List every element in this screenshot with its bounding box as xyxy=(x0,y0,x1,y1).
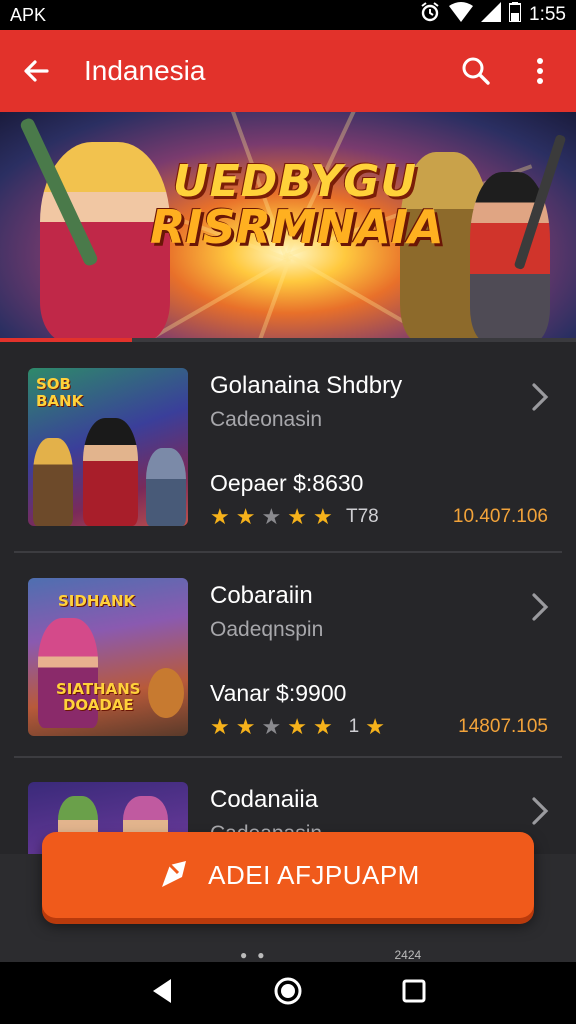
alarm-icon xyxy=(419,2,441,28)
primary-action-button[interactable]: ADEI AFJPUAPM xyxy=(42,832,534,918)
chevron-right-icon[interactable] xyxy=(530,382,550,417)
star-filled-icon: ★ xyxy=(365,714,385,739)
brush-icon xyxy=(162,861,187,887)
thumb-logo-line: DOADAE xyxy=(62,695,134,714)
banner-logo-line1: UEDBYGU xyxy=(172,156,418,207)
page-title: Indanesia xyxy=(84,55,206,86)
game-title: Golanaina Shdbry xyxy=(210,372,403,399)
nav-recents-button[interactable] xyxy=(401,978,427,1009)
search-button[interactable] xyxy=(454,49,498,93)
star-filled-icon: ★ xyxy=(287,714,307,739)
arrow-back-icon xyxy=(24,60,49,82)
chevron-right-icon[interactable] xyxy=(530,796,550,831)
game-title: Cobaraiin xyxy=(210,582,313,609)
status-time: 1:55 xyxy=(529,4,566,25)
footer-icon: ● xyxy=(240,948,248,962)
signal-icon xyxy=(481,2,502,28)
star-filled-icon: ★ xyxy=(312,504,333,529)
status-icons: 1:55 xyxy=(419,2,566,28)
chevron-right-icon[interactable] xyxy=(530,592,550,627)
game-title: Codanaiia xyxy=(210,786,319,813)
star-filled-icon: ★ xyxy=(210,504,230,529)
list-item[interactable]: SIDHANK SIATHANS DOADAE Cobaraiin Oadeqn… xyxy=(0,552,576,756)
rating-count: T78 xyxy=(346,506,379,527)
nav-back-button[interactable] xyxy=(149,977,175,1010)
thumb-logo-line: BANK xyxy=(36,391,84,410)
more-vert-icon xyxy=(537,58,543,84)
promo-banner[interactable]: UEDBYGU RISRMNAIA xyxy=(0,112,576,340)
more-options-button[interactable] xyxy=(518,49,562,93)
game-developer: Oadeqnspin xyxy=(210,618,324,641)
star-filled-icon: ★ xyxy=(235,504,256,529)
circle-home-icon xyxy=(274,977,302,1004)
star-filled-icon: ★ xyxy=(210,714,230,739)
star-empty-icon: ★ xyxy=(261,504,282,529)
game-price: Vanar $:9900 xyxy=(210,680,347,706)
thumb-logo-bottom: SIATHANS DOADAE xyxy=(56,681,141,714)
download-count: 14807.105 xyxy=(458,716,548,737)
status-bar: APK 1:55 xyxy=(0,0,576,30)
banner-logo: UEDBYGU RISRMNAIA xyxy=(150,156,444,254)
game-price: Oepaer $:8630 xyxy=(210,470,364,496)
star-filled-icon: ★ xyxy=(287,504,307,529)
triangle-back-icon xyxy=(153,978,171,1003)
status-app-label: APK xyxy=(10,4,47,25)
game-thumbnail: SIDHANK SIATHANS DOADAE xyxy=(28,578,188,736)
star-filled-icon: ★ xyxy=(312,714,333,739)
thumb-logo-line: SOB xyxy=(36,375,71,393)
thumb-figure xyxy=(148,668,184,718)
thumb-logo: SIDHANK xyxy=(58,592,136,610)
nav-home-button[interactable] xyxy=(273,976,303,1011)
star-filled-icon: ★ xyxy=(235,714,256,739)
game-thumbnail: SOB BANK xyxy=(28,368,188,526)
game-developer: Cadeonasin xyxy=(210,408,323,431)
footer-icon: ● xyxy=(257,948,265,962)
rating-stars: ★ ★ ★ ★ ★ xyxy=(210,504,333,530)
app-bar: Indanesia xyxy=(0,30,576,112)
download-count: 10.407.106 xyxy=(452,506,548,527)
star-empty-icon: ★ xyxy=(261,714,282,739)
system-nav-bar xyxy=(0,962,576,1024)
thumb-figure xyxy=(146,448,186,526)
footer-strip: ● ● 2424 xyxy=(0,948,576,962)
banner-ray xyxy=(199,257,292,340)
thumb-figure xyxy=(33,438,73,526)
wifi-icon xyxy=(449,2,474,28)
thumb-logo: SOB BANK xyxy=(36,376,83,409)
rating-count: 1 xyxy=(348,716,360,737)
footer-text: 2424 xyxy=(394,948,422,962)
primary-action-label: ADEI AFJPUAPM xyxy=(208,859,420,890)
square-recents-icon xyxy=(402,979,426,1002)
battery-icon xyxy=(508,2,523,28)
banner-logo-line2: RISRMNAIA xyxy=(150,200,444,254)
list-item[interactable]: SOB BANK Golanaina Shdbry Cadeonasin Oep… xyxy=(0,342,576,546)
search-icon xyxy=(462,57,490,85)
back-button[interactable] xyxy=(14,49,58,93)
thumb-figure xyxy=(83,418,138,526)
rating-stars: ★ ★ ★ ★ ★ 1 ★ xyxy=(210,714,385,740)
